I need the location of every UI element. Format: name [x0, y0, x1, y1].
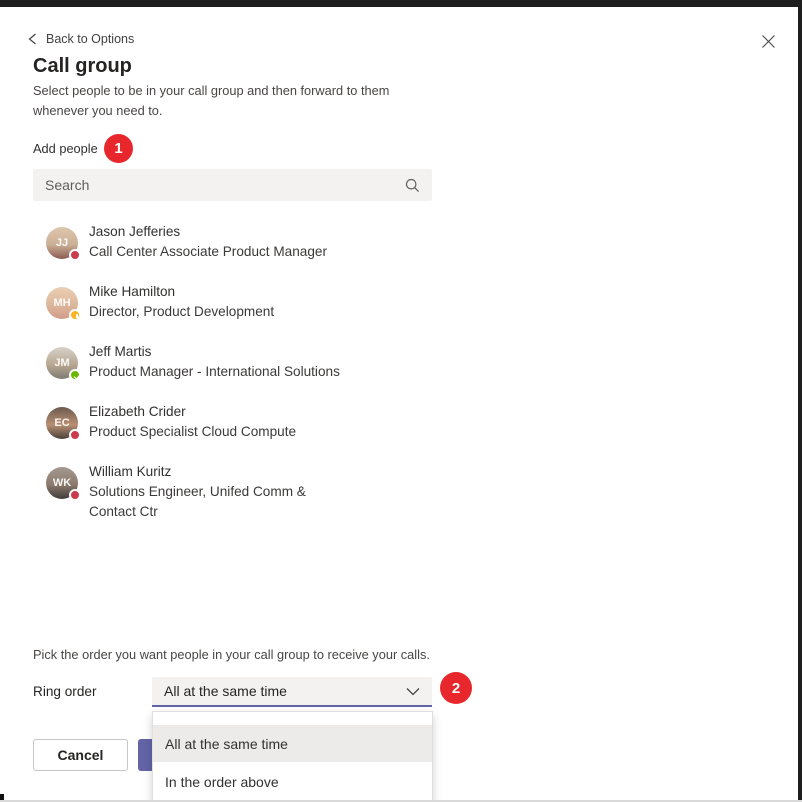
person-title: Product Manager - International Solution… [89, 362, 340, 382]
cursor-artifact [0, 794, 4, 801]
page-description: Select people to be in your call group a… [33, 81, 435, 121]
avatar: JM [46, 347, 78, 379]
person-title: Product Specialist Cloud Compute [89, 422, 296, 442]
avatar: JJ [46, 227, 78, 259]
search-box [33, 169, 432, 201]
person-title: Solutions Engineer, Unifed Comm & Contac… [89, 482, 329, 522]
person-title: Call Center Associate Product Manager [89, 242, 327, 262]
close-button[interactable] [758, 31, 778, 51]
list-item[interactable]: WK William Kuritz Solutions Engineer, Un… [46, 462, 329, 522]
ring-order-dropdown-menu: All at the same time In the order above [152, 711, 433, 802]
avatar: EC [46, 407, 78, 439]
status-away-icon [69, 309, 81, 321]
list-item[interactable]: EC Elizabeth Crider Product Specialist C… [46, 402, 296, 442]
ring-order-select[interactable]: All at the same time [152, 677, 432, 707]
person-name: Elizabeth Crider [89, 402, 296, 422]
close-icon [761, 34, 776, 49]
back-link-label: Back to Options [46, 32, 134, 46]
window-top-border [0, 0, 802, 7]
back-to-options-link[interactable]: Back to Options [28, 32, 134, 46]
status-busy-icon [69, 489, 81, 501]
cancel-button[interactable]: Cancel [33, 739, 128, 771]
person-name: Jeff Martis [89, 342, 340, 362]
dropdown-spacer [153, 712, 432, 725]
step-badge-2: 2 [440, 672, 472, 704]
person-title: Director, Product Development [89, 302, 274, 322]
person-name: Jason Jefferies [89, 222, 327, 242]
person-name: William Kuritz [89, 462, 329, 482]
list-item[interactable]: JM Jeff Martis Product Manager - Interna… [46, 342, 340, 382]
status-busy-icon [69, 249, 81, 261]
dropdown-option-in-order-above[interactable]: In the order above [153, 762, 432, 802]
call-group-dialog: Back to Options Call group Select people… [0, 0, 802, 802]
search-icon [405, 178, 420, 193]
status-busy-icon [69, 429, 81, 441]
dropdown-option-all-at-same-time[interactable]: All at the same time [153, 725, 432, 762]
search-input[interactable] [33, 177, 405, 193]
status-available-icon [69, 369, 81, 381]
list-item[interactable]: JJ Jason Jefferies Call Center Associate… [46, 222, 327, 262]
step-badge-1: 1 [104, 134, 133, 163]
page-title: Call group [33, 55, 132, 78]
window-right-border [798, 0, 802, 802]
ring-order-selected-value: All at the same time [152, 683, 406, 699]
chevron-down-icon [406, 687, 420, 696]
chevron-left-icon [28, 33, 37, 45]
list-item[interactable]: MH Mike Hamilton Director, Product Devel… [46, 282, 274, 322]
ring-order-label: Ring order [33, 684, 96, 699]
avatar: MH [46, 287, 78, 319]
ring-order-instruction: Pick the order you want people in your c… [33, 647, 430, 662]
avatar: WK [46, 467, 78, 499]
add-people-label: Add people [33, 141, 98, 156]
person-name: Mike Hamilton [89, 282, 274, 302]
